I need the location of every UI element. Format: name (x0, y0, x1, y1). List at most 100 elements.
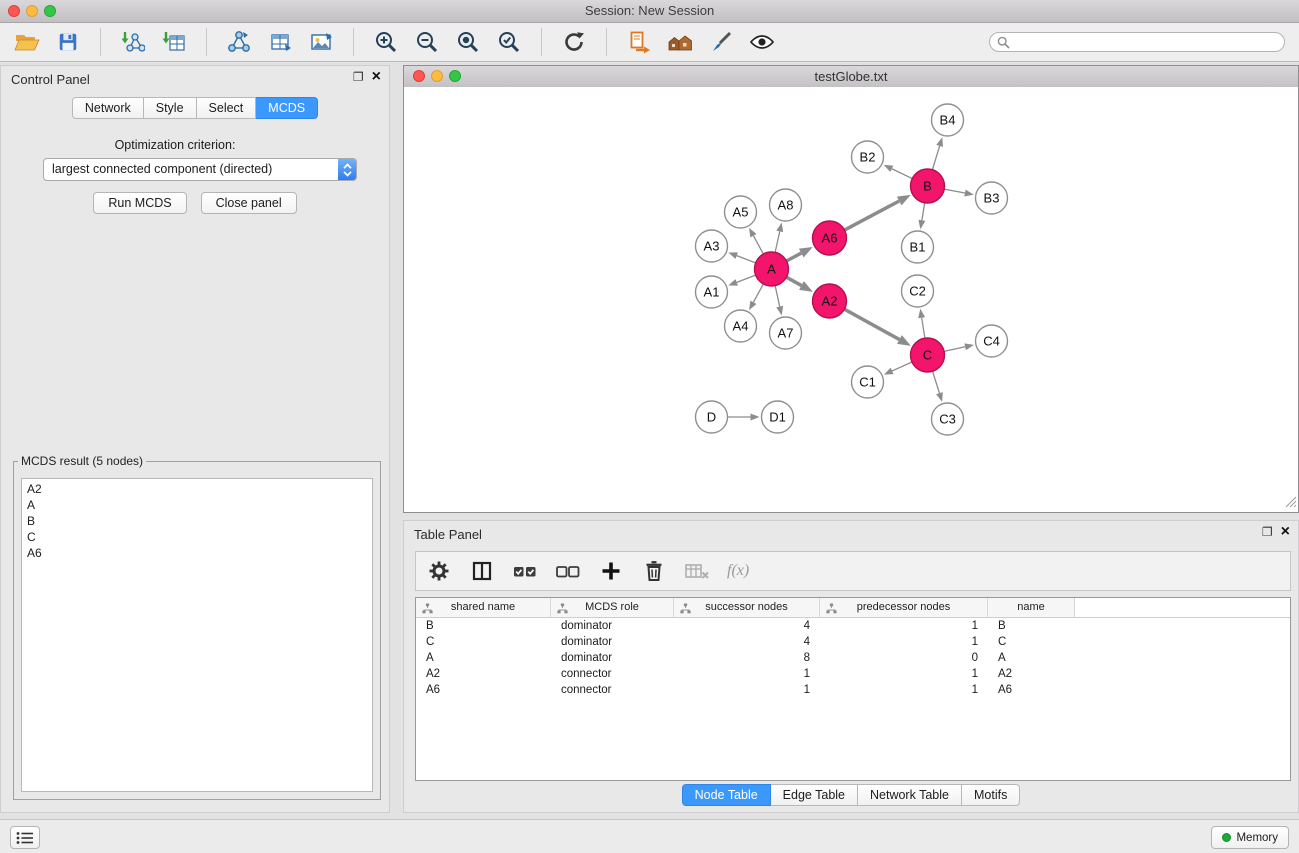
table-row[interactable]: Cdominator41C (416, 634, 1290, 650)
zoom-in-icon[interactable] (373, 29, 399, 55)
tab-style[interactable]: Style (144, 97, 197, 119)
search-input[interactable] (989, 32, 1285, 52)
graph-node-D[interactable]: D (696, 401, 728, 433)
graph-edge[interactable] (753, 236, 763, 254)
column-header-shared-name[interactable]: shared name (416, 598, 551, 617)
graph-node-A3[interactable]: A3 (696, 230, 728, 262)
graph-edge[interactable] (786, 253, 801, 261)
deselect-all-icon[interactable] (555, 558, 581, 584)
graph-node-C[interactable]: C (911, 338, 945, 372)
tab-select[interactable]: Select (197, 97, 257, 119)
graph-node-A2[interactable]: A2 (813, 284, 847, 318)
graph-edge[interactable] (892, 362, 912, 371)
settings-gear-icon[interactable] (426, 558, 452, 584)
mcds-result-item[interactable]: A2 (22, 481, 372, 497)
graph-node-A[interactable]: A (755, 252, 789, 286)
open-session-icon[interactable] (14, 29, 40, 55)
graph-node-A4[interactable]: A4 (725, 310, 757, 342)
graph-node-C2[interactable]: C2 (902, 275, 934, 307)
mcds-result-item[interactable]: A (22, 497, 372, 513)
tab-mcds[interactable]: MCDS (256, 97, 318, 119)
function-builder-icon[interactable]: f(x) (727, 562, 749, 580)
column-header-successor-nodes[interactable]: successor nodes (674, 598, 820, 617)
graph-node-A6[interactable]: A6 (813, 221, 847, 255)
close-table-panel-icon[interactable]: × (1281, 525, 1290, 539)
memory-button[interactable]: Memory (1211, 826, 1289, 849)
graph-edge[interactable] (753, 284, 763, 302)
close-panel-button[interactable]: Close panel (201, 192, 297, 214)
graph-node-A7[interactable]: A7 (770, 317, 802, 349)
select-all-icon[interactable] (512, 558, 538, 584)
criterion-dropdown[interactable]: largest connected component (directed) (43, 158, 357, 181)
style-brush-icon[interactable] (708, 29, 734, 55)
graph-node-B3[interactable]: B3 (976, 182, 1008, 214)
graph-node-D1[interactable]: D1 (762, 401, 794, 433)
graph-edge[interactable] (775, 286, 780, 307)
close-panel-icon[interactable]: × (372, 70, 381, 84)
float-panel-icon[interactable]: ❐ (353, 70, 364, 84)
home-icon[interactable] (667, 29, 693, 55)
graph-edge[interactable] (844, 309, 899, 339)
add-row-icon[interactable] (598, 558, 624, 584)
graph-edge[interactable] (922, 318, 925, 339)
graph-edge[interactable] (775, 231, 780, 252)
zoom-out-icon[interactable] (414, 29, 440, 55)
resize-grip-icon[interactable] (1285, 496, 1297, 511)
column-header-mcds-role[interactable]: MCDS role (551, 598, 674, 617)
mcds-result-item[interactable]: C (22, 529, 372, 545)
column-header-name[interactable]: name (988, 598, 1075, 617)
graph-edge[interactable] (922, 203, 925, 221)
network-window-titlebar[interactable]: testGlobe.txt (404, 66, 1298, 88)
graph-edge[interactable] (932, 146, 939, 170)
graph-node-A8[interactable]: A8 (770, 189, 802, 221)
graph-node-B4[interactable]: B4 (932, 104, 964, 136)
graph-edge[interactable] (737, 275, 756, 282)
new-network-icon[interactable] (226, 29, 252, 55)
float-table-panel-icon[interactable]: ❐ (1262, 525, 1273, 539)
save-session-icon[interactable] (55, 29, 81, 55)
show-hide-eye-icon[interactable] (749, 29, 775, 55)
graph-node-C3[interactable]: C3 (932, 403, 964, 435)
zoom-selected-icon[interactable] (496, 29, 522, 55)
toggle-columns-icon[interactable] (469, 558, 495, 584)
delete-row-trash-icon[interactable] (641, 558, 667, 584)
refresh-icon[interactable] (561, 29, 587, 55)
delete-table-icon[interactable] (684, 558, 710, 584)
graph-edge[interactable] (786, 277, 801, 285)
new-table-icon[interactable] (267, 29, 293, 55)
graph-edge[interactable] (944, 189, 965, 193)
graph-node-A1[interactable]: A1 (696, 276, 728, 308)
graph-node-B2[interactable]: B2 (852, 141, 884, 173)
zoom-fit-icon[interactable] (455, 29, 481, 55)
table-row[interactable]: A6connector11A6 (416, 682, 1290, 698)
import-network-from-file-icon[interactable] (120, 29, 146, 55)
document-icon[interactable] (626, 29, 652, 55)
tab-network-table[interactable]: Network Table (858, 784, 962, 806)
task-history-button[interactable] (10, 826, 40, 849)
graph-edge[interactable] (892, 169, 912, 179)
graph-edge[interactable] (933, 371, 940, 393)
tab-node-table[interactable]: Node Table (682, 784, 771, 806)
mcds-result-list[interactable]: A2ABCA6 (21, 478, 373, 792)
graph-node-B[interactable]: B (911, 169, 945, 203)
run-mcds-button[interactable]: Run MCDS (93, 192, 186, 214)
graph-edge[interactable] (845, 201, 900, 230)
import-table-from-file-icon[interactable] (161, 29, 187, 55)
graph-node-B1[interactable]: B1 (902, 231, 934, 263)
table-row[interactable]: Adominator80A (416, 650, 1290, 666)
network-canvas[interactable]: B4 B2 B B3 B1 A5 A8 A6 A3 A A1 A2 C2 A4 A7 C4 C C1 C3 D D1 (404, 87, 1298, 512)
table-row[interactable]: Bdominator41B (416, 618, 1290, 634)
graph-edge[interactable] (944, 347, 965, 352)
table-row[interactable]: A2connector11A2 (416, 666, 1290, 682)
graph-node-C1[interactable]: C1 (852, 366, 884, 398)
mcds-result-item[interactable]: B (22, 513, 372, 529)
graph-node-A5[interactable]: A5 (725, 196, 757, 228)
mcds-result-item[interactable]: A6 (22, 545, 372, 561)
tab-motifs[interactable]: Motifs (962, 784, 1020, 806)
graph-edge[interactable] (737, 256, 756, 263)
export-image-icon[interactable] (308, 29, 334, 55)
column-header-predecessor-nodes[interactable]: predecessor nodes (820, 598, 988, 617)
graph-node-C4[interactable]: C4 (976, 325, 1008, 357)
tab-network[interactable]: Network (72, 97, 144, 119)
tab-edge-table[interactable]: Edge Table (771, 784, 858, 806)
